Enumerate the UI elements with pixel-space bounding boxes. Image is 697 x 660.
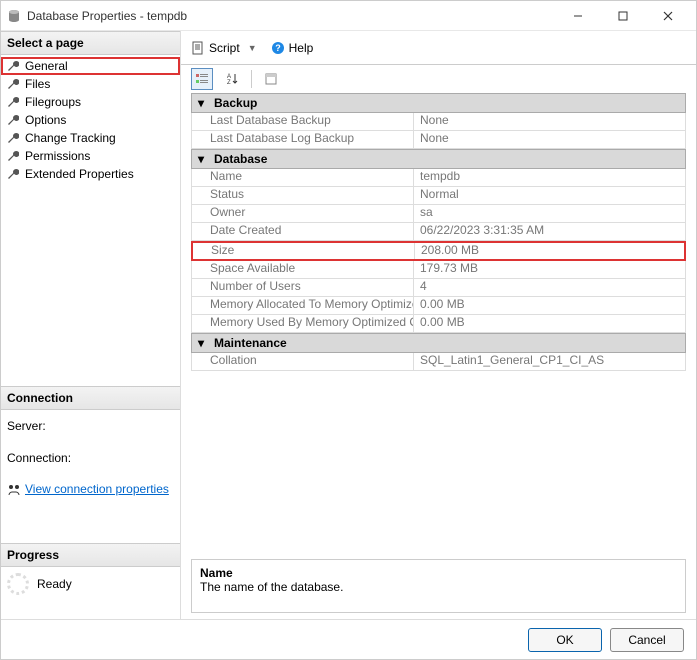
maximize-button[interactable]: [600, 1, 645, 30]
progress-header: Progress: [1, 543, 180, 567]
ok-button[interactable]: OK: [528, 628, 602, 652]
sidebar-item-filegroups[interactable]: Filegroups: [1, 93, 180, 111]
sidebar-item-general[interactable]: General: [1, 57, 180, 75]
chevron-down-icon[interactable]: ▾: [192, 336, 210, 350]
view-connection-link[interactable]: View connection properties: [25, 479, 169, 501]
property-key: Owner: [192, 205, 414, 222]
sidebar-item-extended-properties[interactable]: Extended Properties: [1, 165, 180, 183]
chevron-down-icon[interactable]: ▾: [192, 96, 210, 110]
categorized-view-button[interactable]: [191, 68, 213, 90]
sidebar-item-permissions[interactable]: Permissions: [1, 147, 180, 165]
connection-icon: [7, 483, 21, 497]
svg-text:?: ?: [275, 43, 281, 53]
category-backup[interactable]: ▾Backup: [191, 93, 686, 113]
property-row[interactable]: StatusNormal: [191, 187, 686, 205]
property-key: Memory Allocated To Memory Optimized Obj…: [192, 297, 414, 314]
property-value: 4: [414, 279, 685, 296]
grid-toolbar: AZ: [181, 65, 696, 93]
progress-status: Ready: [37, 577, 72, 591]
titlebar: Database Properties - tempdb: [1, 1, 696, 31]
property-grid[interactable]: ▾BackupLast Database BackupNoneLast Data…: [181, 93, 696, 553]
property-key: Status: [192, 187, 414, 204]
property-row[interactable]: Date Created06/22/2023 3:31:35 AM: [191, 223, 686, 241]
property-row[interactable]: Ownersa: [191, 205, 686, 223]
description-body: The name of the database.: [200, 580, 677, 594]
property-value: None: [414, 113, 685, 130]
property-value: 0.00 MB: [414, 315, 685, 332]
property-key: Last Database Backup: [192, 113, 414, 130]
property-row[interactable]: Space Available179.73 MB: [191, 261, 686, 279]
chevron-down-icon[interactable]: ▼: [244, 43, 261, 53]
page-list: GeneralFilesFilegroupsOptionsChange Trac…: [1, 55, 180, 185]
wrench-icon: [7, 60, 19, 72]
property-row[interactable]: Nametempdb: [191, 169, 686, 187]
connection-block: Server: Connection: View connection prop…: [1, 410, 180, 513]
wrench-icon: [7, 114, 19, 126]
property-row[interactable]: Last Database BackupNone: [191, 113, 686, 131]
cancel-button[interactable]: Cancel: [610, 628, 684, 652]
wrench-icon: [7, 78, 19, 90]
connection-header: Connection: [1, 386, 180, 410]
server-label: Server:: [7, 416, 46, 438]
window-title: Database Properties - tempdb: [27, 9, 187, 23]
right-panel: Script ▼ ? Help AZ: [181, 31, 696, 619]
wrench-icon: [7, 168, 19, 180]
property-row[interactable]: Size208.00 MB: [191, 241, 686, 261]
help-button[interactable]: ? Help: [271, 41, 314, 55]
description-title: Name: [200, 566, 677, 580]
script-button[interactable]: Script ▼: [191, 41, 261, 55]
sidebar-item-options[interactable]: Options: [1, 111, 180, 129]
property-pages-button[interactable]: [260, 68, 282, 90]
wrench-icon: [7, 150, 19, 162]
property-key: Memory Used By Memory Optimized Objects: [192, 315, 414, 332]
svg-text:Z: Z: [227, 80, 231, 86]
property-value: Normal: [414, 187, 685, 204]
minimize-button[interactable]: [555, 1, 600, 30]
property-value: None: [414, 131, 685, 148]
left-panel: Select a page GeneralFilesFilegroupsOpti…: [1, 31, 181, 619]
progress-block: Ready: [1, 567, 180, 601]
select-page-header: Select a page: [1, 31, 180, 55]
close-button[interactable]: [645, 1, 690, 30]
category-maintenance[interactable]: ▾Maintenance: [191, 333, 686, 353]
dialog-window: Database Properties - tempdb Select a pa…: [0, 0, 697, 660]
property-key: Date Created: [192, 223, 414, 240]
wrench-icon: [7, 96, 19, 108]
wrench-icon: [7, 132, 19, 144]
property-value: 208.00 MB: [415, 243, 684, 259]
progress-spinner-icon: [7, 573, 29, 595]
dialog-footer: OK Cancel: [1, 619, 696, 659]
property-key: Last Database Log Backup: [192, 131, 414, 148]
category-database[interactable]: ▾Database: [191, 149, 686, 169]
toolbar: Script ▼ ? Help: [181, 31, 696, 65]
alphabetical-view-button[interactable]: AZ: [221, 68, 243, 90]
sidebar-item-change-tracking[interactable]: Change Tracking: [1, 129, 180, 147]
property-value: tempdb: [414, 169, 685, 186]
property-key: Name: [192, 169, 414, 186]
description-pane: Name The name of the database.: [191, 559, 686, 613]
property-row[interactable]: CollationSQL_Latin1_General_CP1_CI_AS: [191, 353, 686, 371]
property-row[interactable]: Memory Used By Memory Optimized Objects0…: [191, 315, 686, 333]
property-value: 179.73 MB: [414, 261, 685, 278]
database-icon: [7, 9, 21, 23]
property-value: SQL_Latin1_General_CP1_CI_AS: [414, 353, 685, 370]
property-value: 0.00 MB: [414, 297, 685, 314]
script-label: Script: [209, 41, 240, 55]
property-key: Space Available: [192, 261, 414, 278]
property-key: Number of Users: [192, 279, 414, 296]
property-key: Size: [193, 243, 415, 259]
property-row[interactable]: Last Database Log BackupNone: [191, 131, 686, 149]
chevron-down-icon[interactable]: ▾: [192, 152, 210, 166]
property-row[interactable]: Memory Allocated To Memory Optimized Obj…: [191, 297, 686, 315]
connection-label: Connection:: [7, 448, 71, 470]
property-key: Collation: [192, 353, 414, 370]
property-value: sa: [414, 205, 685, 222]
property-row[interactable]: Number of Users4: [191, 279, 686, 297]
sidebar-item-files[interactable]: Files: [1, 75, 180, 93]
property-value: 06/22/2023 3:31:35 AM: [414, 223, 685, 240]
help-label: Help: [289, 41, 314, 55]
